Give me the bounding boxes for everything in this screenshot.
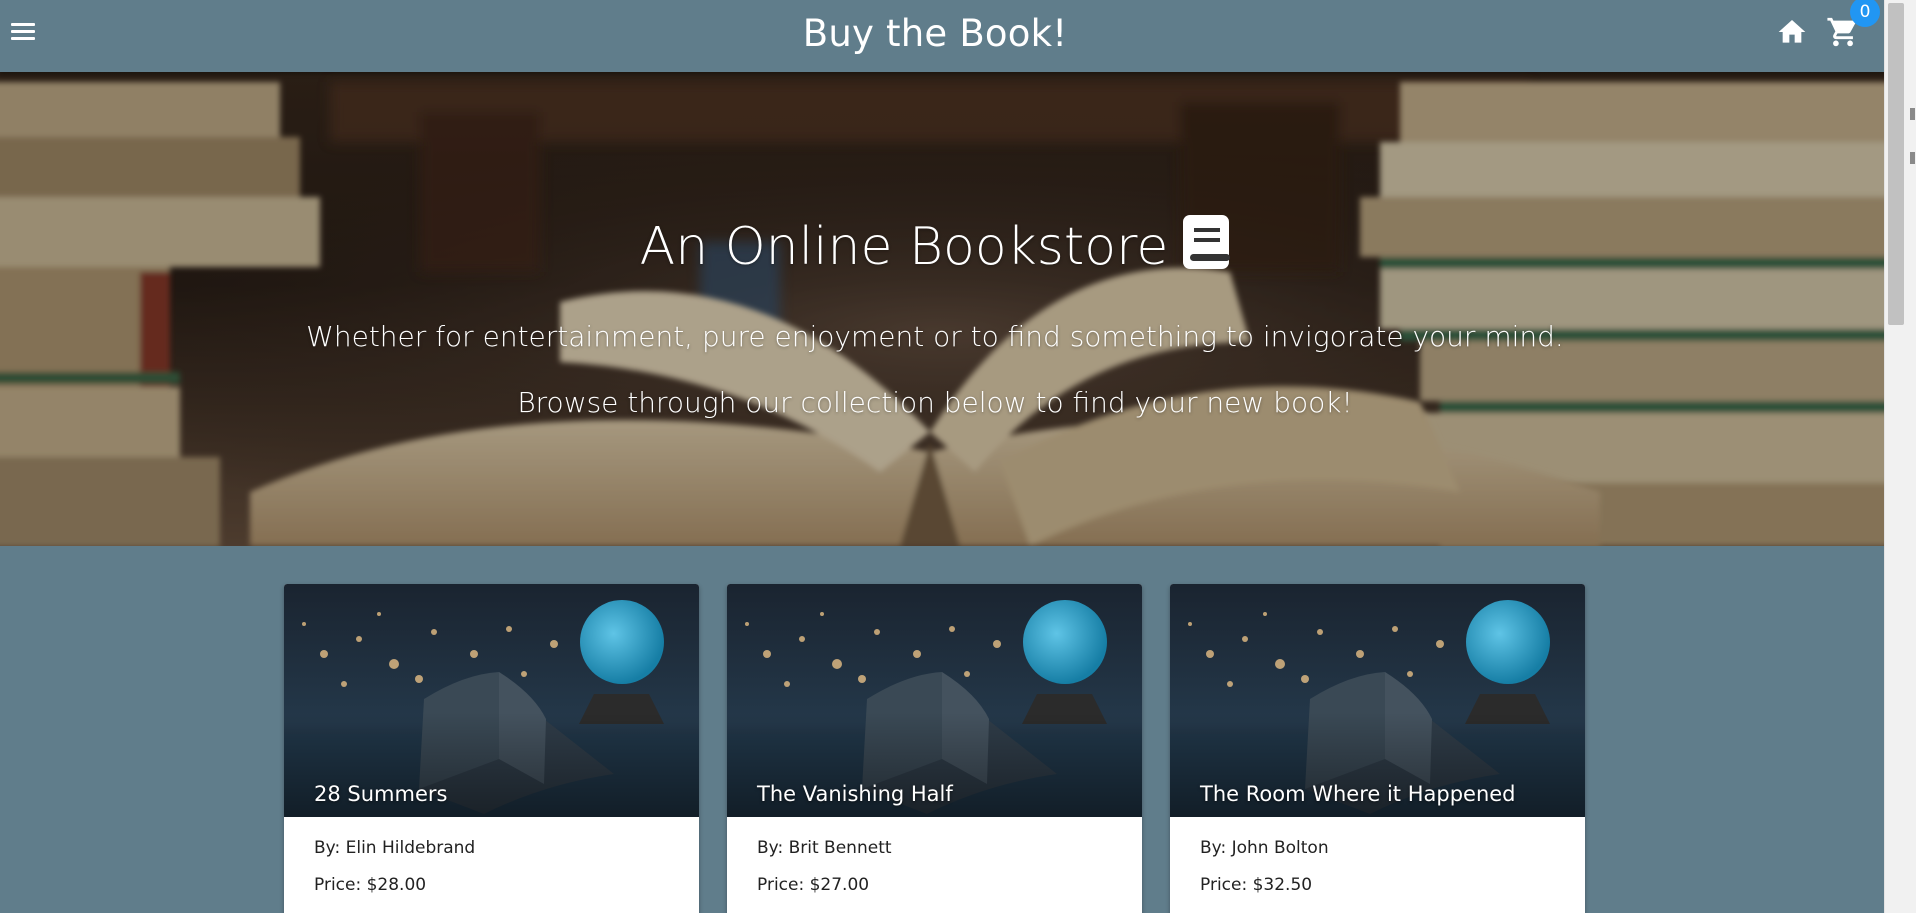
- book-card-body: By: Brit Bennett Price: $27.00: [727, 817, 1142, 896]
- page: Buy the Book! 0 An Online Bookstore Whet…: [0, 0, 1916, 913]
- app-title: Buy the Book!: [802, 12, 1068, 55]
- book-card-image: The Room Where it Happened: [1170, 584, 1585, 817]
- scroll-marker: [1910, 152, 1915, 164]
- book-author: By: Brit Bennett: [757, 838, 892, 858]
- scroll-marker: [1910, 108, 1915, 120]
- book-card-body: By: John Bolton Price: $32.50: [1170, 817, 1585, 896]
- cart-count-badge: 0: [1850, 0, 1880, 27]
- book-title: 28 Summers: [314, 782, 448, 806]
- book-card-image: The Vanishing Half: [727, 584, 1142, 817]
- book-title: The Vanishing Half: [757, 782, 953, 806]
- home-icon: [1778, 20, 1806, 43]
- book-author: By: John Bolton: [1200, 838, 1329, 858]
- book-card[interactable]: The Vanishing Half By: Brit Bennett Pric…: [727, 584, 1142, 913]
- book-author: By: Elin Hildebrand: [314, 838, 476, 858]
- viewport: Buy the Book! 0 An Online Bookstore Whet…: [0, 0, 1884, 913]
- hero-browse-text: Browse through our collection below to f…: [517, 386, 1353, 419]
- hero-banner: An Online Bookstore Whether for entertai…: [0, 72, 1884, 546]
- book-title: The Room Where it Happened: [1200, 782, 1516, 806]
- book-icon: [1183, 215, 1231, 269]
- book-card-image: 28 Summers: [284, 584, 699, 817]
- scrollbar-thumb[interactable]: [1888, 3, 1904, 325]
- book-price: Price: $32.50: [1200, 875, 1313, 895]
- hero-background-image: [0, 72, 1884, 546]
- page-scrollbar[interactable]: [1884, 0, 1916, 913]
- book-card[interactable]: 28 Summers By: Elin Hildebrand Price: $2…: [284, 584, 699, 913]
- book-card[interactable]: The Room Where it Happened By: John Bolt…: [1170, 584, 1585, 913]
- book-card-body: By: Elin Hildebrand Price: $28.00: [284, 817, 699, 896]
- hero-title-text: An Online Bookstore: [639, 217, 1169, 277]
- book-price: Price: $27.00: [757, 875, 870, 895]
- book-price: Price: $28.00: [314, 875, 427, 895]
- home-button[interactable]: [1776, 16, 1808, 48]
- hero-tagline: Whether for entertainment, pure enjoymen…: [306, 320, 1564, 353]
- app-bar: Buy the Book! 0: [0, 0, 1884, 72]
- hero-title: An Online Bookstore: [0, 214, 1870, 279]
